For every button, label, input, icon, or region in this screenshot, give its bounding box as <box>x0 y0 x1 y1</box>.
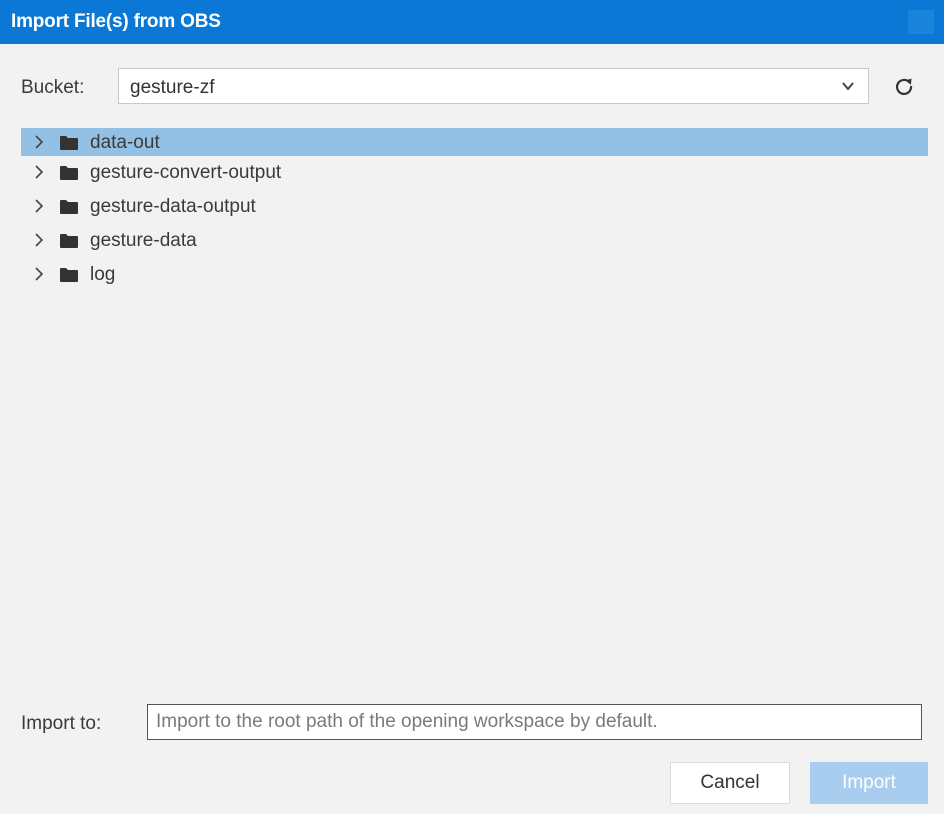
tree-item-label: log <box>90 264 116 285</box>
folder-icon <box>60 200 78 214</box>
folder-icon <box>60 166 78 180</box>
bucket-label: Bucket: <box>21 77 85 98</box>
import-to-input[interactable] <box>147 704 922 740</box>
chevron-right-icon[interactable] <box>33 232 45 248</box>
dialog-title: Import File(s) from OBS <box>11 11 221 32</box>
cancel-button[interactable]: Cancel <box>670 762 790 804</box>
import-to-label: Import to: <box>21 713 102 734</box>
dialog-titlebar: Import File(s) from OBS <box>0 0 944 44</box>
tree-item-log[interactable]: log <box>21 258 928 292</box>
tree-item-label: gesture-convert-output <box>90 162 282 183</box>
close-button[interactable] <box>908 10 934 34</box>
tree-item-label: data-out <box>90 132 160 153</box>
folder-tree: data-out gesture-convert-output gesture-… <box>21 128 928 292</box>
import-button[interactable]: Import <box>810 762 928 804</box>
refresh-icon[interactable] <box>893 75 915 97</box>
tree-item-label: gesture-data-output <box>90 196 256 217</box>
folder-icon <box>60 234 78 248</box>
tree-item-label: gesture-data <box>90 230 197 251</box>
folder-icon <box>60 136 78 150</box>
tree-item-gesture-data-output[interactable]: gesture-data-output <box>21 190 928 224</box>
folder-icon <box>60 268 78 282</box>
tree-item-gesture-data[interactable]: gesture-data <box>21 224 928 258</box>
chevron-right-icon[interactable] <box>33 198 45 214</box>
chevron-down-icon <box>842 82 854 91</box>
import-dialog: Import File(s) from OBS Bucket: gesture-… <box>0 0 944 814</box>
chevron-right-icon[interactable] <box>33 164 45 180</box>
tree-item-gesture-convert-output[interactable]: gesture-convert-output <box>21 156 928 190</box>
chevron-right-icon[interactable] <box>33 134 45 150</box>
bucket-select-value: gesture-zf <box>130 77 215 98</box>
bucket-select[interactable]: gesture-zf <box>118 68 869 104</box>
chevron-right-icon[interactable] <box>33 266 45 282</box>
tree-item-data-out[interactable]: data-out <box>21 128 928 156</box>
